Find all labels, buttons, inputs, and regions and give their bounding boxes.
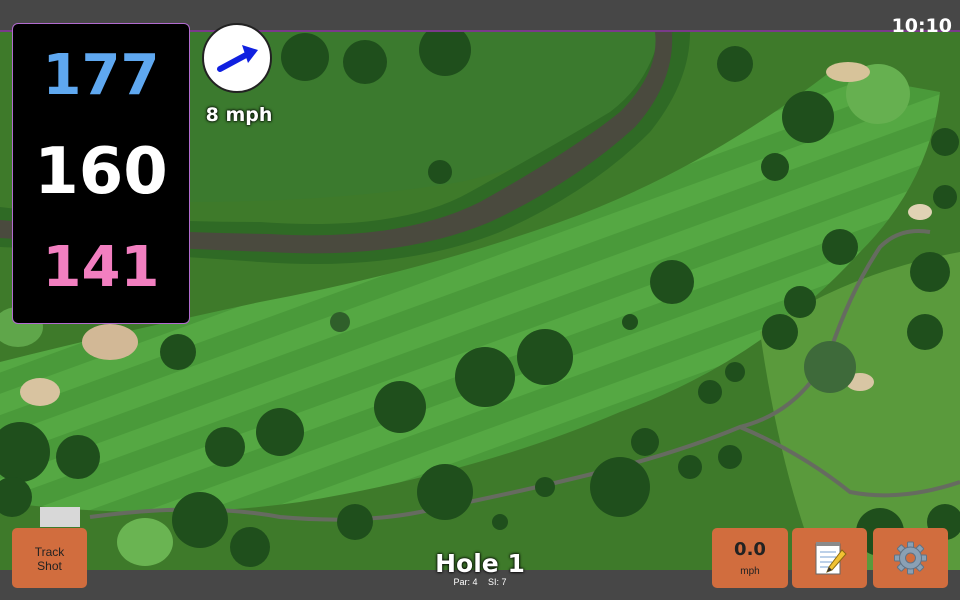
distance-panel: 177 160 141 xyxy=(12,23,190,324)
hole-info: Par: 4 SI: 7 xyxy=(380,577,580,587)
front-of-green-distance: 141 xyxy=(42,235,160,300)
par-label: Par: 4 xyxy=(453,577,478,587)
stroke-index-label: SI: 7 xyxy=(488,577,507,587)
track-shot-button[interactable]: Track Shot xyxy=(12,528,87,588)
wind-speed-label: 8 mph xyxy=(205,104,273,126)
track-shot-label-line2: Shot xyxy=(37,559,62,573)
scorecard-notes-button[interactable] xyxy=(792,528,867,588)
wind-direction-indicator xyxy=(202,23,272,93)
hole-title[interactable]: Hole 1 xyxy=(380,549,580,578)
gear-icon xyxy=(894,541,927,575)
wind-arrow-icon xyxy=(217,45,258,72)
speed-button[interactable]: 0.0 mph xyxy=(712,528,788,588)
settings-button[interactable] xyxy=(873,528,948,588)
track-shot-label-line1: Track xyxy=(34,545,65,559)
notepad-pencil-icon xyxy=(815,542,847,575)
speed-unit: mph xyxy=(740,566,760,577)
back-of-green-distance: 177 xyxy=(42,43,160,108)
speed-value: 0.0 xyxy=(734,539,766,560)
middle-of-green-distance: 160 xyxy=(34,135,168,209)
